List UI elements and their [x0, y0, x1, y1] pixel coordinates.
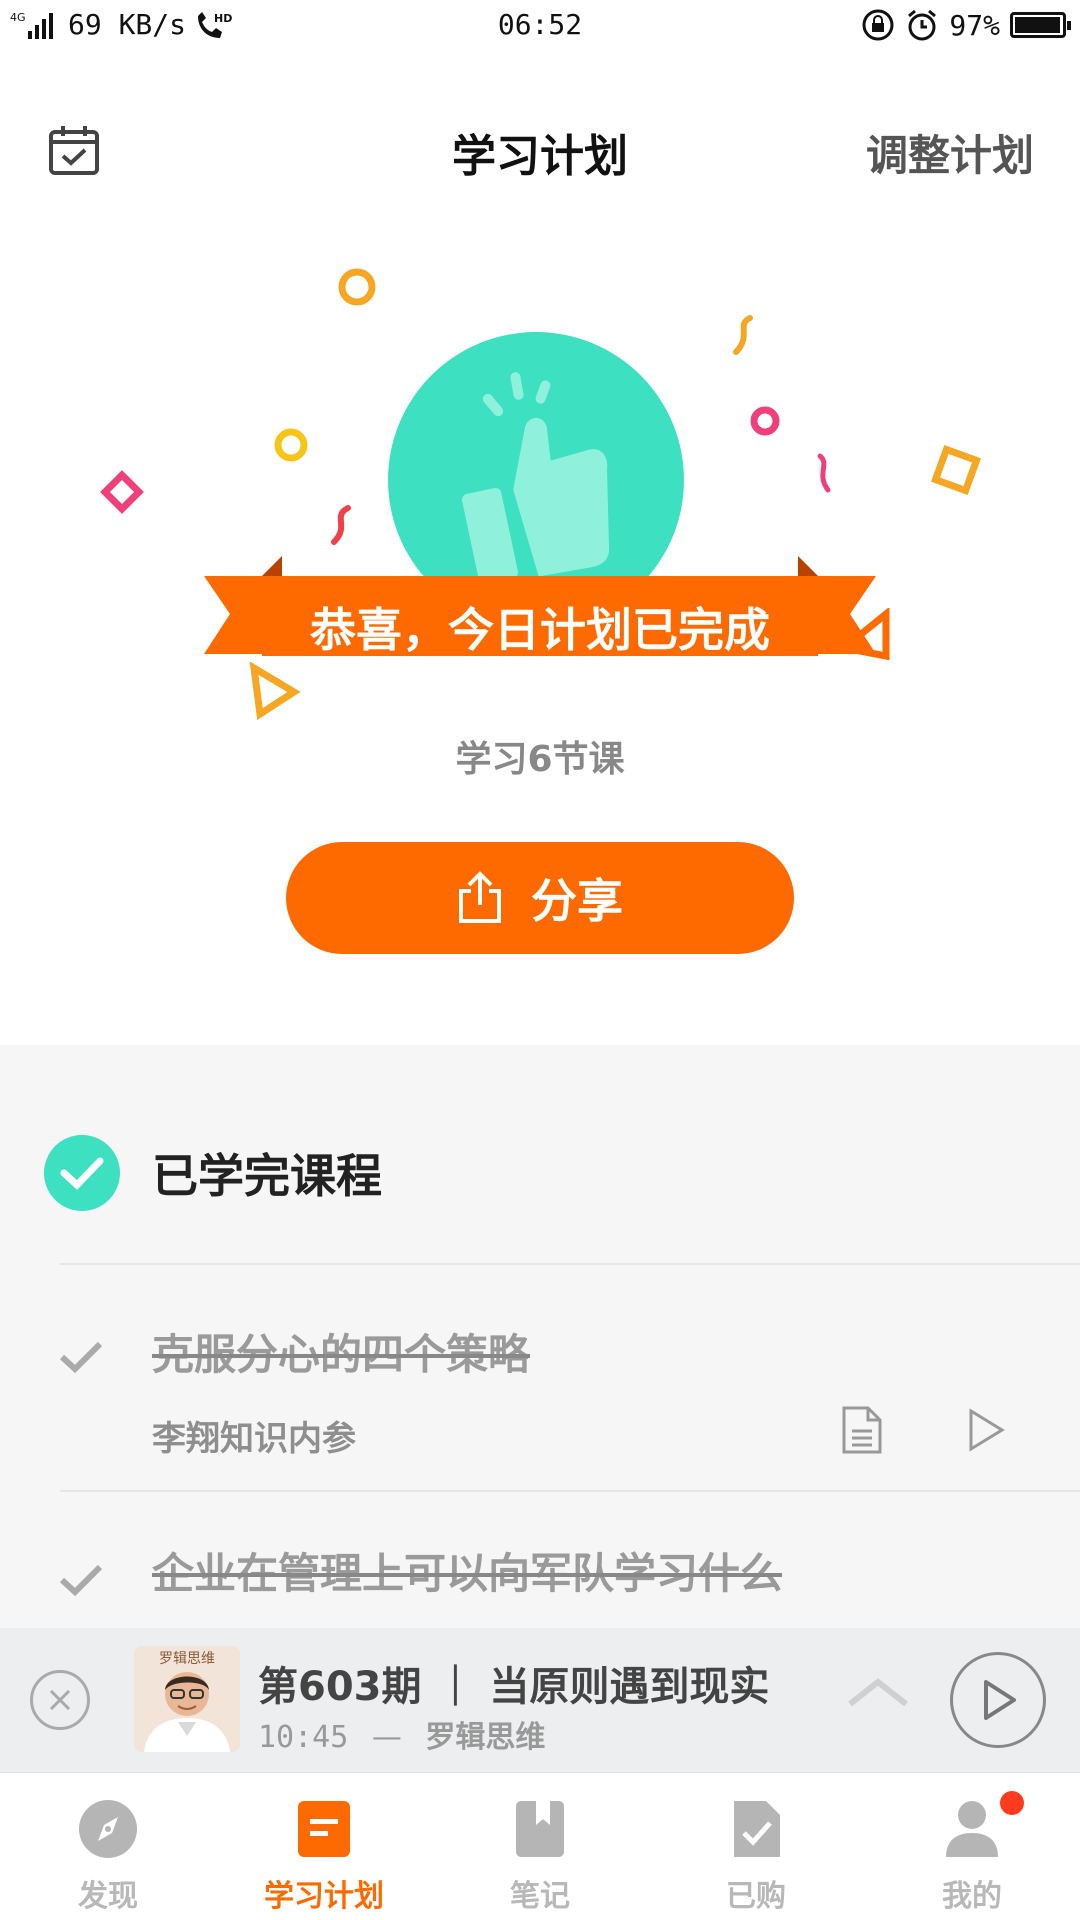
section-header: 已学完课程 [44, 1135, 382, 1211]
expand-player-button[interactable] [846, 1674, 910, 1710]
course-title: 企业在管理上可以向军队学习什么 [152, 1549, 783, 1598]
tab-label: 我的 [942, 1879, 1002, 1914]
section-title: 已学完课程 [152, 1149, 382, 1203]
episode-meta: 10:45 — 罗辑思维 [258, 1712, 545, 1756]
tab-label: 笔记 [510, 1879, 570, 1914]
confetti-diamond [100, 470, 144, 514]
purchased-icon [726, 1799, 786, 1859]
notification-badge [1000, 1791, 1024, 1815]
tab-notes[interactable]: 笔记 [432, 1773, 648, 1920]
confetti-squiggle [331, 505, 351, 545]
play-icon[interactable] [966, 1407, 1006, 1453]
status-bar: 4G 69 KB/s HD 06:52 97% [0, 0, 1080, 56]
document-icon[interactable] [840, 1405, 884, 1455]
tab-label: 学习计划 [264, 1879, 384, 1914]
study-plan-screen: 4G 69 KB/s HD 06:52 97% 学习计划 调整计划 恭喜，今日计… [0, 0, 1080, 1920]
tab-label: 发现 [78, 1879, 138, 1914]
adjust-plan-button[interactable]: 调整计划 [866, 122, 1034, 183]
episode-host: 罗辑思维 [425, 1720, 546, 1755]
check-icon [59, 1564, 103, 1597]
tab-discover[interactable]: 发现 [0, 1773, 216, 1920]
share-icon [459, 871, 501, 923]
course-author: 李翔知识内参 [152, 1419, 356, 1459]
close-player-button[interactable] [30, 1670, 90, 1730]
share-button[interactable]: 分享 [286, 842, 794, 954]
divider [60, 1263, 1080, 1265]
mini-player[interactable]: 罗辑思维 第603期 ｜ 当原则遇到现实 10:45 — 罗辑思维 [0, 1628, 1080, 1772]
confetti-ring [750, 406, 780, 436]
check-icon [59, 1341, 103, 1374]
tab-study-plan[interactable]: 学习计划 [216, 1773, 432, 1920]
top-app-bar: 学习计划 调整计划 [0, 110, 1080, 190]
episode-title: 第603期 ｜ 当原则遇到现实 [258, 1664, 770, 1710]
episode-thumbnail: 罗辑思维 [134, 1646, 240, 1752]
confetti-squiggle [733, 315, 753, 355]
plan-icon [294, 1799, 354, 1859]
celebration-hero: 恭喜，今日计划已完成 [0, 240, 1080, 760]
battery-level [1015, 17, 1060, 33]
confetti-square [931, 445, 981, 495]
status-right: 97% [861, 8, 1071, 42]
course-item[interactable]: 企业在管理上可以向军队学习什么 [0, 1520, 1080, 1640]
completed-courses-section: 已学完课程 克服分心的四个策略 李翔知识内参 企业在管理上可以向军队学习什么 [0, 1045, 1080, 1635]
completed-check-icon [44, 1135, 120, 1211]
divider [60, 1490, 1080, 1492]
confetti-squiggle [817, 453, 831, 493]
playback-time: 10:45 [258, 1720, 349, 1755]
close-icon [49, 1689, 71, 1711]
course-title: 克服分心的四个策略 [152, 1330, 531, 1379]
thumbnail-label: 罗辑思维 [159, 1651, 215, 1667]
profile-icon [942, 1799, 1002, 1859]
tab-label: 已购 [726, 1879, 786, 1914]
meta-separator: — [371, 1720, 402, 1755]
congrats-text: 恭喜，今日计划已完成 [310, 603, 770, 657]
play-icon [984, 1680, 1016, 1720]
player-play-button[interactable] [950, 1652, 1046, 1748]
tab-profile[interactable]: 我的 [864, 1773, 1080, 1920]
bottom-tab-bar: 发现 学习计划 笔记 已购 我的 [0, 1772, 1080, 1920]
confetti-ring [274, 428, 308, 462]
battery-icon [1010, 12, 1071, 38]
alarm-icon [908, 9, 937, 41]
compass-icon [78, 1799, 138, 1859]
bookmark-icon [510, 1799, 570, 1859]
rotation-lock-icon [862, 9, 894, 41]
confetti-ring [338, 268, 376, 306]
study-summary: 学习6节课 [455, 739, 625, 780]
tab-purchased[interactable]: 已购 [648, 1773, 864, 1920]
share-label: 分享 [531, 874, 623, 928]
battery-percent: 97% [949, 8, 1000, 42]
course-item[interactable]: 克服分心的四个策略 李翔知识内参 [0, 1295, 1080, 1505]
